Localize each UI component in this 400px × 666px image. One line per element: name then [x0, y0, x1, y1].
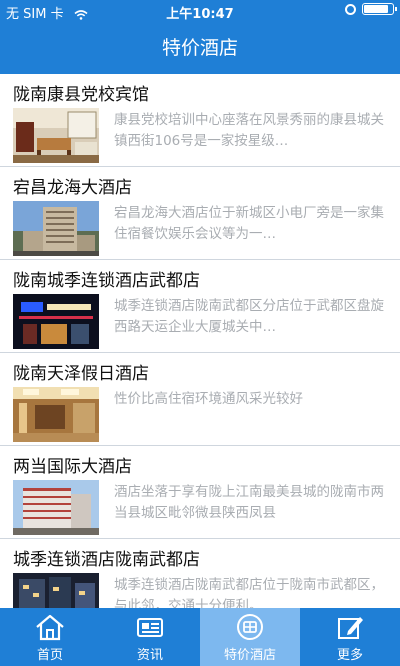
- nav-bar: 特价酒店: [0, 22, 400, 74]
- tab-label: 首页: [36, 647, 63, 663]
- battery-icon: [362, 3, 397, 15]
- hotel-list[interactable]: 陇南康县党校宾馆 康县党校培训中心座落在风景秀丽的康县城关镇西街106号是一家按…: [0, 74, 400, 608]
- status-bar: 无 SIM 卡 上午10:47: [0, 0, 400, 22]
- hotel-name: 宕昌龙海大酒店: [13, 178, 132, 198]
- hotel-thumbnail: [13, 387, 99, 442]
- hotel-item[interactable]: 陇南天泽假日酒店 性价比高住宿环境通风采光较好: [0, 353, 400, 446]
- hotel-item[interactable]: 城季连锁酒店陇南武都店 城季连锁酒店陇南武都店位于陇南市武都区，与此邻，交通十分…: [0, 539, 400, 608]
- hotel-description: 城季连锁酒店陇南武都店位于陇南市武都区，与此邻，交通十分便利。: [114, 577, 384, 608]
- alarm-icon: [345, 3, 356, 15]
- hotel-thumbnail: [13, 573, 99, 608]
- hotel-name: 两当国际大酒店: [13, 457, 132, 477]
- hotel-description: 酒店坐落于享有陇上江南最美县城的陇南市两当县城区毗邻微县陕西凤县: [114, 484, 384, 521]
- hotel-thumbnail: [13, 480, 99, 535]
- hotel-item[interactable]: 陇南城季连锁酒店武都店 城季连锁酒店陇南武都区分店位于武都区盘旋西路天运企业大厦…: [0, 260, 400, 353]
- hotel-icon: [237, 613, 263, 640]
- hotel-item[interactable]: 两当国际大酒店 酒店坐落于享有陇上江南最美县城的陇南市两当县城区毗邻微县陕西凤县: [0, 446, 400, 539]
- hotel-description: 宕昌龙海大酒店位于新城区小电厂旁是一家集住宿餐饮娱乐会议等为一…: [114, 205, 384, 242]
- hotel-description: 性价比高住宿环境通风采光较好: [114, 391, 303, 407]
- tab-bar: 首页 资讯 特价酒店 更多: [0, 608, 400, 666]
- hotel-thumbnail: [13, 294, 99, 349]
- tab-home[interactable]: 首页: [0, 608, 100, 666]
- hotel-name: 陇南天泽假日酒店: [13, 364, 149, 384]
- home-icon: [36, 614, 64, 640]
- hotel-thumbnail: [13, 108, 99, 163]
- hotel-name: 陇南城季连锁酒店武都店: [13, 271, 200, 291]
- clock: 上午10:47: [166, 7, 234, 22]
- edit-icon: [338, 616, 363, 639]
- hotel-description: 城季连锁酒店陇南武都区分店位于武都区盘旋西路天运企业大厦城关中…: [114, 298, 384, 335]
- tab-hotel-deals[interactable]: 特价酒店: [200, 608, 300, 666]
- tab-label: 资讯: [136, 647, 163, 663]
- hotel-item[interactable]: 陇南康县党校宾馆 康县党校培训中心座落在风景秀丽的康县城关镇西街106号是一家按…: [0, 74, 400, 167]
- tab-news[interactable]: 资讯: [100, 608, 200, 666]
- hotel-name: 陇南康县党校宾馆: [13, 85, 149, 105]
- hotel-name: 城季连锁酒店陇南武都店: [13, 550, 200, 570]
- hotel-description: 康县党校培训中心座落在风景秀丽的康县城关镇西街106号是一家按星级…: [114, 112, 384, 149]
- hotel-thumbnail: [13, 201, 99, 256]
- hotel-item[interactable]: 宕昌龙海大酒店 宕昌龙海大酒店位于新城区小电厂旁是一家集住宿餐饮娱乐会议等为一…: [0, 167, 400, 260]
- tab-more[interactable]: 更多: [300, 608, 400, 666]
- tab-label: 更多: [336, 647, 363, 663]
- tab-label: 特价酒店: [223, 647, 276, 663]
- status-icons: [345, 3, 397, 15]
- page-title: 特价酒店: [161, 37, 238, 59]
- news-icon: [137, 617, 163, 637]
